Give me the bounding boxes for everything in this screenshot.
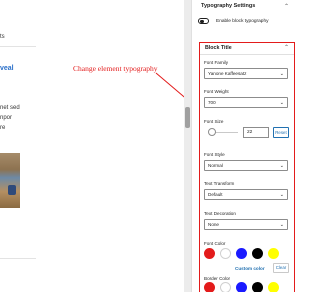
font-color-label: Font Color (204, 241, 226, 246)
canvas-text-snippet: re (0, 125, 6, 131)
color-swatch[interactable] (220, 248, 231, 259)
divider (0, 258, 36, 259)
font-style-value: Normal (208, 163, 223, 168)
chevron-up-icon[interactable]: ⌃ (284, 3, 289, 10)
font-weight-label: Font Weight (204, 89, 229, 94)
color-swatch[interactable] (268, 282, 279, 292)
font-size-label: Font Size (204, 119, 224, 124)
canvas-text-snippet: npor (0, 115, 13, 121)
canvas-text-snippet: net sed (0, 105, 20, 111)
font-size-slider-handle[interactable] (208, 128, 216, 136)
scrollbar-thumb[interactable] (185, 107, 190, 128)
font-weight-value: 700 (208, 100, 216, 105)
color-swatch[interactable] (252, 248, 263, 259)
chevron-up-icon[interactable]: ⌃ (284, 44, 289, 51)
chevron-down-icon: ⌄ (279, 99, 284, 106)
annotation-text: Change element typography (73, 64, 158, 73)
chevron-down-icon: ⌄ (279, 221, 284, 228)
typography-settings-title: Typography Settings (201, 3, 256, 9)
font-style-label: Font Style (204, 152, 225, 157)
chevron-down-icon: ⌄ (279, 162, 284, 169)
font-family-value: Yanone Kaffeesatz (208, 71, 247, 76)
canvas-heading-fragment[interactable]: veal (0, 65, 14, 72)
text-decoration-select[interactable]: None ⌄ (204, 219, 288, 230)
toggle-knob (200, 19, 204, 23)
reset-button[interactable]: Reset (273, 127, 289, 138)
color-swatch[interactable] (204, 282, 215, 292)
post-thumbnail-image (0, 153, 20, 208)
color-swatch[interactable] (220, 282, 231, 292)
border-color-label: Border Color (204, 276, 231, 281)
color-swatch[interactable] (252, 282, 263, 292)
color-swatch[interactable] (204, 248, 215, 259)
text-decoration-label: Text Decoration (204, 211, 236, 216)
font-size-value: 22 (247, 130, 253, 135)
text-transform-select[interactable]: Default ⌄ (204, 189, 288, 200)
divider (200, 54, 294, 55)
color-swatch[interactable] (268, 248, 279, 259)
color-swatch[interactable] (236, 248, 247, 259)
font-family-select[interactable]: Yanone Kaffeesatz ⌄ (204, 68, 288, 79)
divider (0, 46, 36, 47)
text-transform-value: Default (208, 192, 223, 197)
text-transform-label: Text Transform (204, 181, 235, 186)
color-swatch[interactable] (236, 282, 247, 292)
font-style-select[interactable]: Normal ⌄ (204, 160, 288, 171)
editor-canvas: ts veal net sed npor re (0, 0, 185, 292)
chevron-down-icon: ⌄ (279, 70, 284, 77)
font-family-label: Font Family (204, 60, 228, 65)
block-title-heading[interactable]: Block Title (205, 45, 232, 51)
canvas-text-snippet: ts (0, 34, 5, 40)
custom-color-link[interactable]: Custom color (235, 266, 265, 271)
text-decoration-value: None (208, 222, 219, 227)
enable-typography-toggle[interactable] (198, 18, 209, 24)
clear-button[interactable]: Clear (273, 263, 289, 273)
chevron-down-icon: ⌄ (279, 191, 284, 198)
toggle-label: Enable block typography (216, 19, 269, 24)
font-size-input[interactable]: 22 (243, 127, 269, 138)
font-weight-select[interactable]: 700 ⌄ (204, 97, 288, 108)
canvas-scrollbar[interactable] (184, 0, 191, 292)
